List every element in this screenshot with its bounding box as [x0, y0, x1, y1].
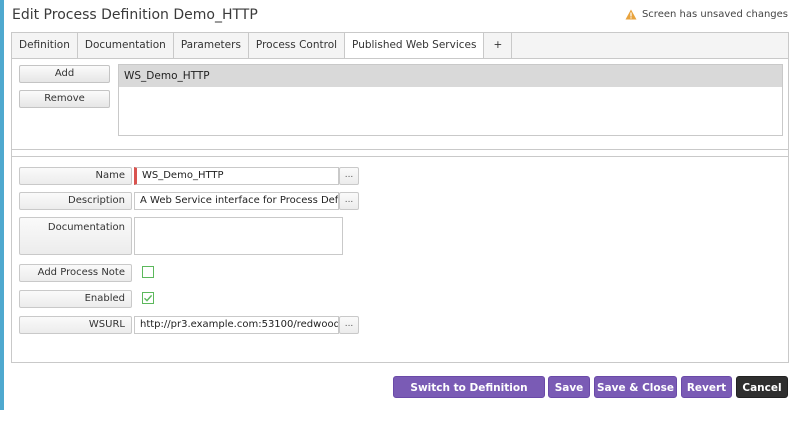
wsurl-field[interactable]: http://pr3.example.com:53100/redwood/api…	[134, 316, 339, 334]
description-field[interactable]: A Web Service interface for Process Defi…	[134, 192, 339, 210]
add-process-note-checkbox[interactable]	[142, 266, 154, 278]
wsurl-ellipsis-button[interactable]: ...	[339, 316, 359, 334]
wsurl-label: WSURL	[19, 316, 132, 334]
tab-bar: Definition Documentation Parameters Proc…	[12, 33, 788, 59]
left-accent-strip	[0, 0, 4, 410]
tab-add[interactable]: +	[484, 33, 513, 58]
unsaved-warning-text: Screen has unsaved changes	[641, 9, 788, 20]
cancel-button[interactable]: Cancel	[736, 376, 788, 398]
add-button[interactable]: Add	[19, 65, 110, 83]
remove-button[interactable]: Remove	[19, 90, 110, 108]
enabled-label: Enabled	[19, 290, 132, 308]
tab-definition[interactable]: Definition	[12, 33, 78, 58]
name-field[interactable]: WS_Demo_HTTP	[134, 167, 339, 185]
check-icon	[144, 294, 153, 302]
tab-process-control[interactable]: Process Control	[249, 33, 346, 58]
list-item[interactable]: WS_Demo_HTTP	[119, 65, 782, 87]
editor-panel: Definition Documentation Parameters Proc…	[11, 32, 789, 363]
switch-to-definition-studio-button[interactable]: Switch to Definition Studio	[393, 376, 545, 416]
documentation-label: Documentation	[19, 217, 132, 255]
description-ellipsis-button[interactable]: ...	[339, 192, 359, 210]
divider	[12, 149, 788, 150]
revert-button[interactable]: Revert	[681, 376, 732, 398]
tab-parameters[interactable]: Parameters	[174, 33, 249, 58]
save-and-close-button[interactable]: Save & Close	[594, 376, 677, 398]
add-process-note-label: Add Process Note	[19, 264, 132, 282]
page-title: Edit Process Definition Demo_HTTP	[12, 7, 258, 23]
documentation-field[interactable]	[134, 217, 343, 255]
divider	[12, 156, 788, 157]
unsaved-warning: Screen has unsaved changes	[625, 9, 788, 20]
tab-documentation[interactable]: Documentation	[78, 33, 174, 58]
warning-icon	[625, 9, 637, 20]
name-label: Name	[19, 167, 132, 185]
description-label: Description	[19, 192, 132, 210]
web-service-list: WS_Demo_HTTP	[118, 64, 783, 136]
save-button[interactable]: Save	[548, 376, 590, 398]
name-ellipsis-button[interactable]: ...	[339, 167, 359, 185]
enabled-checkbox[interactable]	[142, 292, 154, 304]
tab-published-web-services[interactable]: Published Web Services	[345, 33, 485, 58]
